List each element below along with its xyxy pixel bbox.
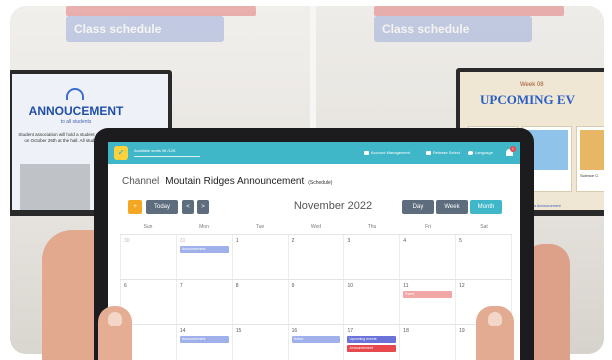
weekday-label: Sun (143, 224, 153, 230)
person-icon (426, 150, 431, 155)
month-title: November 2022 (293, 200, 373, 212)
calendar-event[interactable]: Upcoming events (347, 336, 397, 343)
calendar-day-cell[interactable]: 31 Announcement (177, 235, 233, 279)
day-number: 15 (235, 328, 242, 334)
day-number: 10 (347, 283, 353, 289)
day-number: 19 (459, 328, 465, 334)
calendar-week-row: 1314Announcement1516Notice17Upcoming eve… (120, 325, 513, 360)
calendar-day-cell[interactable]: 1 (233, 235, 289, 279)
calendar-day-cell[interactable]: 3 (344, 235, 401, 279)
day-number: 6 (124, 283, 127, 289)
today-button[interactable]: Today (146, 200, 178, 214)
weekday-label: Fri (425, 224, 431, 230)
calendar-day-cell[interactable]: 18 (400, 325, 457, 360)
calendar-day-cell[interactable]: 9 (289, 280, 345, 324)
day-number: 3 (347, 238, 351, 244)
seats-info: Available seats 96 /128 (134, 148, 176, 153)
weekday-label: Mon (199, 224, 209, 230)
add-event-button[interactable]: + (128, 200, 142, 214)
view-day-button[interactable]: Day (402, 200, 434, 214)
thumbnail (108, 312, 122, 326)
nav-account-management[interactable]: Account Management (364, 150, 410, 155)
calendar-day-cell[interactable]: 10 (344, 280, 401, 324)
app-logo-icon[interactable]: ✓ (114, 146, 128, 160)
day-number: 11 (403, 283, 409, 289)
day-number: 2 (291, 238, 295, 244)
day-number: 7 (179, 283, 183, 289)
calendar-week-row: 6 7 8 9 10 11 Event 12 (120, 280, 513, 325)
view-week-button[interactable]: Week (436, 200, 468, 214)
day-number: 30 (124, 238, 130, 244)
nav-release-select[interactable]: Release Select (426, 150, 460, 155)
day-number: 1 (235, 238, 239, 244)
day-number: 9 (291, 283, 295, 289)
channel-name: Moutain Ridges Announcement (165, 176, 305, 187)
day-number: 17 (347, 328, 353, 334)
view-month-button[interactable]: Month (470, 200, 502, 214)
left-tv-photo (20, 164, 90, 210)
event-card-photo (580, 130, 604, 170)
calendar-day-cell[interactable]: 7 (177, 280, 233, 324)
calendar-grid: Sun Mon Tue Wed Thu Fri Sat 30 31 Announcement 1 2… (120, 220, 513, 360)
weekday-label: Wed (310, 224, 322, 230)
channel-mode: (Schedule) (308, 180, 333, 186)
left-thumb (98, 306, 132, 360)
users-icon (364, 150, 369, 155)
calendar-day-cell[interactable]: 17 Upcoming events Announcement (344, 325, 401, 360)
calendar-day-cell[interactable]: 16 Notice (289, 325, 345, 360)
nav-label: Language (475, 150, 493, 155)
day-number: 31 (179, 238, 186, 244)
nav-language[interactable]: Language (468, 150, 493, 155)
left-tv-subtitle: to all students (60, 119, 92, 125)
right-thumb (476, 306, 514, 360)
app-header: ✓ Available seats 96 /128 Account Manage… (108, 142, 520, 164)
day-number: 16 (291, 328, 298, 334)
event-card: Science C (576, 126, 604, 192)
thumbnail (488, 312, 502, 326)
weekday-label: Thu (367, 224, 377, 230)
calendar-day-cell[interactable]: 8 (233, 280, 289, 324)
weekday-label: Sat (480, 224, 488, 230)
nav-label: Account Management (371, 150, 410, 155)
channel-heading: Channel Moutain Ridges Announcement (Sched… (122, 176, 332, 187)
left-ghost-bar (66, 6, 256, 16)
channel-prefix: Channel (122, 176, 160, 187)
right-class-schedule-ghost: Class schedule (374, 16, 532, 42)
event-card-caption: Science C (580, 173, 599, 178)
calendar-day-cell[interactable]: 4 (400, 235, 457, 279)
left-tv-title: ANNOUCEMENT (28, 104, 124, 118)
day-number: 4 (403, 238, 407, 244)
calendar-week-row: 30 31 Announcement 1 2 3 4 5 (120, 235, 513, 280)
day-number: 14 (179, 328, 186, 334)
weekday-label: Tue (255, 224, 265, 230)
calendar-event[interactable]: Event (403, 291, 453, 298)
calendar-day-cell[interactable]: 5 (456, 235, 513, 279)
day-number: 12 (459, 283, 465, 289)
calendar-event[interactable]: Announcement (347, 345, 397, 352)
school-logo-icon (66, 88, 84, 100)
globe-icon (468, 150, 473, 155)
right-ghost-bar (374, 6, 564, 16)
left-class-schedule-ghost: Class schedule (66, 16, 224, 42)
nav-label: Release Select (433, 150, 460, 155)
right-tv-week: Week 08 (520, 82, 544, 88)
day-number: 8 (235, 283, 239, 289)
calendar-event[interactable]: Announcement (179, 246, 229, 253)
calendar-day-cell[interactable]: 14 Announcement (177, 325, 233, 360)
calendar-event[interactable]: Notice (291, 336, 341, 343)
prev-month-button[interactable]: < (182, 200, 194, 214)
next-month-button[interactable]: > (197, 200, 209, 214)
calendar-event[interactable]: Announcement (179, 336, 229, 343)
calendar-day-cell[interactable]: 30 (120, 235, 177, 279)
calendar-day-cell[interactable]: 15 (233, 325, 289, 360)
weekday-header: Sun Mon Tue Wed Thu Fri Sat (120, 220, 512, 235)
right-tv-title: UPCOMING EV (480, 92, 575, 107)
tablet-screen: ✓ Available seats 96 /128 Account Manage… (108, 142, 520, 360)
seats-underline (134, 156, 200, 157)
day-number: 5 (459, 238, 462, 244)
calendar-day-cell[interactable]: 2 (289, 235, 345, 279)
day-number: 18 (403, 328, 409, 334)
calendar-day-cell[interactable]: 11 Event (400, 280, 457, 324)
notification-badge: 1 (510, 146, 516, 152)
